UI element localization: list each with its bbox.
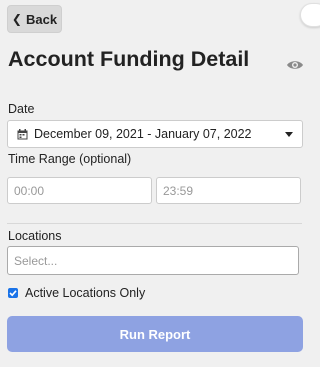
run-report-button[interactable]: Run Report xyxy=(7,316,303,352)
toggle-switch[interactable] xyxy=(300,3,320,27)
date-label: Date xyxy=(8,102,35,116)
divider xyxy=(7,223,302,224)
time-range-label: Time Range (optional) xyxy=(8,152,132,166)
active-locations-checkbox[interactable] xyxy=(8,288,18,298)
active-locations-label: Active Locations Only xyxy=(25,286,146,300)
page-title: Account Funding Detail xyxy=(8,47,250,71)
calendar-icon xyxy=(17,128,28,139)
back-button[interactable]: ❮ Back xyxy=(7,5,62,33)
end-time-input[interactable] xyxy=(156,177,301,204)
back-button-label: Back xyxy=(25,11,58,27)
locations-select[interactable] xyxy=(7,246,299,275)
date-range-value: December 09, 2021 - January 07, 2022 xyxy=(34,127,252,141)
locations-label: Locations xyxy=(8,229,62,243)
chevron-down-icon xyxy=(285,132,293,137)
date-range-picker[interactable]: December 09, 2021 - January 07, 2022 xyxy=(7,120,303,148)
start-time-input[interactable] xyxy=(7,177,152,204)
eye-icon[interactable] xyxy=(286,58,304,72)
check-icon xyxy=(9,290,17,297)
chevron-left-icon: ❮ xyxy=(11,12,22,26)
